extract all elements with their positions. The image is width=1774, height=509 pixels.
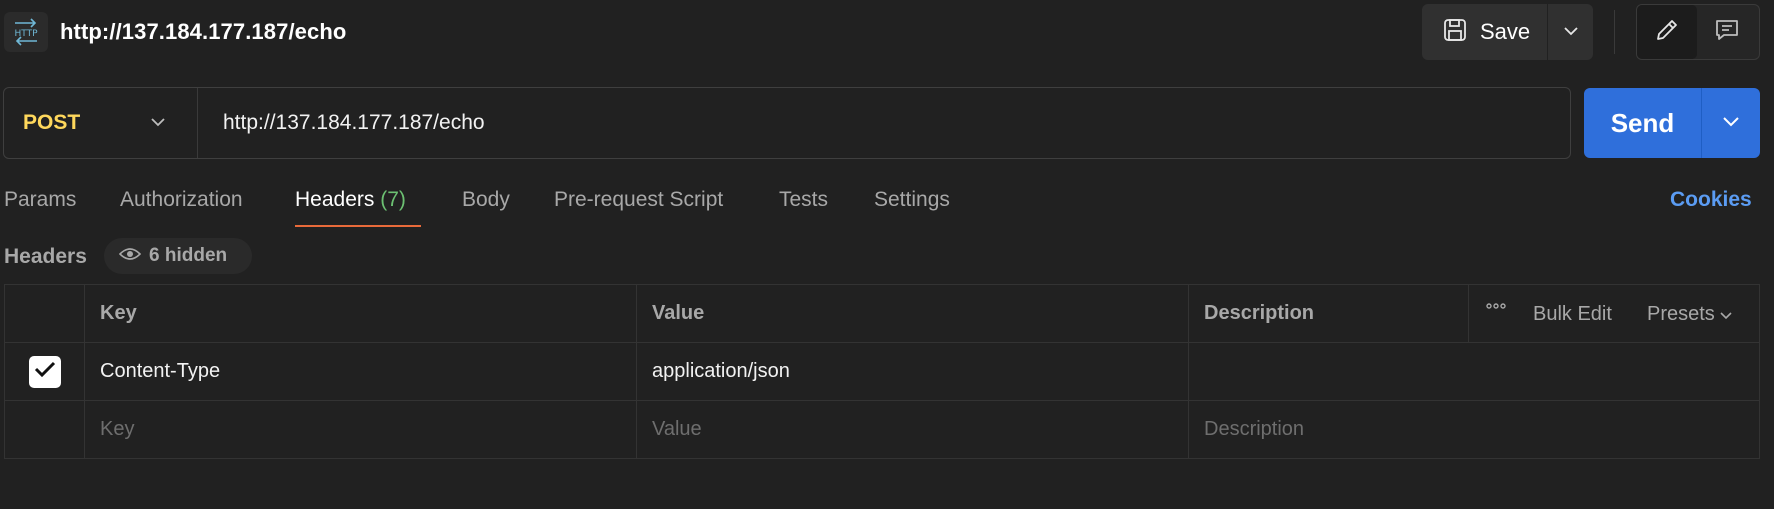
tab-settings[interactable]: Settings xyxy=(874,188,950,212)
headers-table: Key Value Description Bulk Edit Presets xyxy=(4,284,1760,459)
save-options-button[interactable] xyxy=(1548,4,1593,60)
column-key: Key xyxy=(85,285,637,342)
save-button[interactable]: Save xyxy=(1422,4,1548,60)
method-label: POST xyxy=(23,111,81,134)
divider xyxy=(1614,10,1615,54)
new-description-input[interactable]: Description xyxy=(1189,401,1759,458)
edit-button[interactable] xyxy=(1637,5,1697,59)
tab-headers-label: Headers xyxy=(295,188,375,211)
row-checkbox[interactable] xyxy=(28,355,61,388)
send-button[interactable]: Send xyxy=(1584,88,1702,158)
checkmark-icon xyxy=(34,360,56,384)
table-header-row: Key Value Description Bulk Edit Presets xyxy=(5,285,1759,343)
table-row-new: Key Value Description xyxy=(5,401,1759,458)
active-tab-indicator xyxy=(295,225,421,227)
header-value-cell[interactable]: application/json xyxy=(637,343,1189,400)
row-select-cell xyxy=(5,401,85,458)
chevron-down-icon xyxy=(1563,23,1579,41)
http-icon: HTTP xyxy=(4,12,48,52)
new-value-input[interactable]: Value xyxy=(637,401,1189,458)
bulk-edit-button[interactable]: Bulk Edit xyxy=(1533,303,1612,326)
headers-section-title: Headers xyxy=(4,245,87,268)
new-key-input[interactable]: Key xyxy=(85,401,637,458)
request-title[interactable]: http://137.184.177.187/echo xyxy=(60,19,346,45)
request-tabs: Params Authorization Headers (7) Body Pr… xyxy=(0,180,1774,230)
column-description: Description xyxy=(1189,285,1469,342)
hidden-headers-toggle[interactable]: 6 hidden xyxy=(104,238,252,274)
url-bar: POST xyxy=(3,87,1571,159)
comment-icon xyxy=(1714,17,1740,48)
request-header: HTTP http://137.184.177.187/echo Save xyxy=(0,0,1774,64)
eye-icon xyxy=(118,247,142,266)
save-label: Save xyxy=(1480,19,1531,44)
select-column xyxy=(5,285,85,342)
chevron-down-icon xyxy=(1720,303,1732,325)
save-button-group: Save xyxy=(1422,4,1593,60)
tab-tests[interactable]: Tests xyxy=(779,188,828,212)
presets-dropdown[interactable]: Presets xyxy=(1647,303,1732,326)
header-key-cell[interactable]: Content-Type xyxy=(85,343,637,400)
chevron-down-icon xyxy=(150,114,166,132)
tab-authorization[interactable]: Authorization xyxy=(120,188,243,212)
url-input[interactable] xyxy=(199,88,1559,158)
pencil-icon xyxy=(1654,17,1680,48)
tab-pre-request-script[interactable]: Pre-request Script xyxy=(554,188,723,212)
hidden-headers-label: 6 hidden xyxy=(149,245,228,266)
tab-params[interactable]: Params xyxy=(4,188,76,212)
save-icon xyxy=(1442,17,1468,48)
send-button-group: Send xyxy=(1584,88,1760,158)
tab-headers-count: (7) xyxy=(380,188,406,211)
comments-button[interactable] xyxy=(1697,5,1757,59)
tab-body[interactable]: Body xyxy=(462,188,510,212)
right-toolbar xyxy=(1636,4,1760,60)
method-select[interactable]: POST xyxy=(4,88,198,158)
svg-text:HTTP: HTTP xyxy=(14,29,38,39)
send-options-button[interactable] xyxy=(1702,88,1760,158)
cookies-link[interactable]: Cookies xyxy=(1670,188,1752,212)
column-value: Value xyxy=(637,285,1189,342)
presets-label: Presets xyxy=(1647,303,1715,325)
more-icon[interactable] xyxy=(1485,295,1507,323)
header-description-cell[interactable] xyxy=(1189,343,1759,400)
table-actions: Bulk Edit Presets xyxy=(1469,285,1759,342)
tab-headers[interactable]: Headers (7) xyxy=(295,188,406,212)
chevron-down-icon xyxy=(1722,114,1740,132)
table-row: Content-Type application/json xyxy=(5,343,1759,401)
row-select-cell xyxy=(5,343,85,400)
